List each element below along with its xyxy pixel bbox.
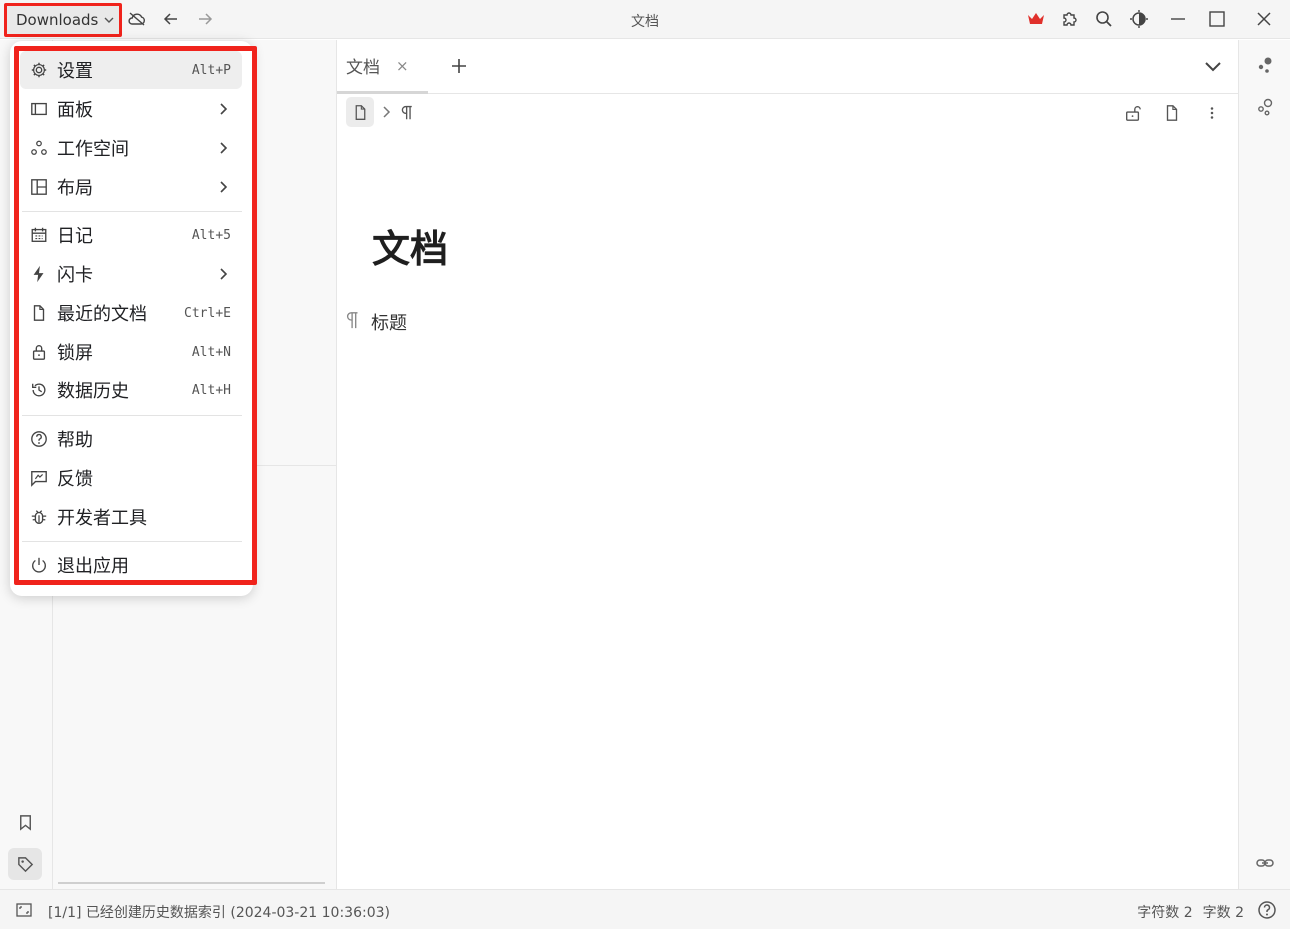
file-icon xyxy=(29,304,48,323)
menu-divider xyxy=(22,415,242,416)
document-title[interactable]: 文档 xyxy=(372,218,448,273)
file-icon[interactable] xyxy=(346,97,374,127)
breadcrumb xyxy=(346,97,418,127)
menu-item-label: 反馈 xyxy=(57,469,93,490)
menu-item-label: 锁屏 xyxy=(57,343,93,364)
char-count: 字符数 2 xyxy=(1137,905,1193,921)
link-icon[interactable] xyxy=(1254,852,1276,874)
menu-item-recent-docs[interactable]: 最近的文档 Ctrl+E xyxy=(20,294,242,332)
plus-icon[interactable] xyxy=(447,54,471,78)
chevron-right-icon xyxy=(220,268,228,280)
bug-icon xyxy=(29,508,48,527)
editor: 文档 × 文档 标题 xyxy=(337,40,1238,889)
menu-item-feedback[interactable]: 反馈 xyxy=(20,459,242,497)
menu-item-flashcard[interactable]: 闪卡 xyxy=(20,255,242,293)
fullscreen-icon[interactable] xyxy=(14,900,34,920)
layout-icon xyxy=(29,178,48,197)
tab-bar: 文档 × xyxy=(337,40,1238,94)
bookmark-icon[interactable] xyxy=(8,806,42,838)
tab-document[interactable]: 文档 × xyxy=(337,40,428,94)
chevron-right-icon xyxy=(220,181,228,193)
menu-item-shortcut: Alt+H xyxy=(191,382,231,398)
puzzle-icon[interactable] xyxy=(1059,8,1081,30)
graph-icon[interactable] xyxy=(1254,96,1276,118)
menu-item-label: 开发者工具 xyxy=(57,508,147,529)
menu-item-label: 工作空间 xyxy=(57,139,129,160)
search-icon[interactable] xyxy=(1093,8,1115,30)
menu-item-dailynote[interactable]: 日记 Alt+5 xyxy=(20,216,242,254)
status-bar: [1/1] 已经创建历史数据索引 (2024-03-21 10:36:03) 字… xyxy=(0,889,1290,929)
menu-divider xyxy=(22,541,242,542)
menu-item-label: 帮助 xyxy=(57,430,93,451)
outline-icon[interactable] xyxy=(1254,54,1276,76)
paragraph-icon[interactable] xyxy=(344,309,362,331)
menu-item-help[interactable]: 帮助 xyxy=(20,420,242,458)
power-icon xyxy=(29,556,48,575)
cloud-off-icon[interactable] xyxy=(126,8,148,30)
tag-icon[interactable] xyxy=(8,848,42,880)
crown-icon[interactable] xyxy=(1025,8,1047,30)
flash-icon xyxy=(29,265,48,284)
file-icon[interactable] xyxy=(1161,102,1183,124)
chevron-right-icon xyxy=(220,142,228,154)
more-icon[interactable] xyxy=(1201,102,1223,124)
menu-item-workspace[interactable]: 工作空间 xyxy=(20,129,242,167)
history-icon xyxy=(29,381,48,400)
panel-scrollbar[interactable] xyxy=(58,882,325,884)
tab-label: 文档 xyxy=(346,58,380,78)
status-message: [1/1] 已经创建历史数据索引 (2024-03-21 10:36:03) xyxy=(48,905,390,921)
feedback-icon xyxy=(29,469,48,488)
menu-item-shortcut: Alt+P xyxy=(191,62,231,78)
workspace-icon xyxy=(29,139,48,158)
chevron-right-icon xyxy=(220,103,228,115)
paragraph-block[interactable]: 标题 xyxy=(371,309,407,335)
menu-item-label: 数据历史 xyxy=(57,381,129,402)
menu-item-label: 面板 xyxy=(57,100,93,121)
menu-item-shortcut: Alt+N xyxy=(191,344,231,360)
workspace-label: Downloads xyxy=(16,11,99,29)
menu-item-panel[interactable]: 面板 xyxy=(20,90,242,128)
word-count: 字数 2 xyxy=(1202,905,1244,921)
chevron-down-icon xyxy=(104,17,114,23)
unlock-icon[interactable] xyxy=(1122,102,1144,124)
menu-item-label: 日记 xyxy=(57,226,93,247)
chevron-right-icon xyxy=(383,106,391,118)
menu-item-label: 设置 xyxy=(57,61,93,82)
document-stats: 字符数 2 字数 2 xyxy=(1137,902,1244,922)
theme-icon[interactable] xyxy=(1128,8,1150,30)
arrow-right-icon[interactable] xyxy=(194,8,216,30)
title-bar: Downloads 文档 xyxy=(0,0,1290,39)
menu-item-devtools[interactable]: 开发者工具 xyxy=(20,498,242,536)
menu-item-settings[interactable]: 设置 Alt+P xyxy=(20,51,242,89)
menu-item-shortcut: Ctrl+E xyxy=(184,305,231,321)
menu-item-label: 最近的文档 xyxy=(57,304,147,325)
help-icon[interactable] xyxy=(1257,900,1277,920)
menu-item-layout[interactable]: 布局 xyxy=(20,168,242,206)
menu-item-quit[interactable]: 退出应用 xyxy=(20,546,242,584)
close-icon[interactable] xyxy=(1253,8,1275,30)
menu-item-shortcut: Alt+5 xyxy=(191,227,231,243)
menu-item-label: 退出应用 xyxy=(57,556,129,577)
tab-close-icon[interactable]: × xyxy=(396,57,409,75)
gear-icon xyxy=(29,61,48,80)
paragraph-icon[interactable] xyxy=(396,97,418,127)
chevron-down-icon[interactable] xyxy=(1201,54,1225,78)
lock-icon xyxy=(29,343,48,362)
maximize-icon[interactable] xyxy=(1206,8,1228,30)
calendar-icon xyxy=(29,226,48,245)
help-icon xyxy=(29,430,48,449)
arrow-left-icon[interactable] xyxy=(160,8,182,30)
menu-item-lock-screen[interactable]: 锁屏 Alt+N xyxy=(20,333,242,371)
minimize-icon[interactable] xyxy=(1167,8,1189,30)
menu-item-data-history[interactable]: 数据历史 Alt+H xyxy=(20,371,242,409)
menu-item-label: 闪卡 xyxy=(57,265,93,286)
panel-icon xyxy=(29,100,48,119)
menu-divider xyxy=(22,211,242,212)
workspace-menu-button[interactable]: Downloads xyxy=(4,3,122,37)
menu-item-label: 布局 xyxy=(57,178,93,199)
right-dock xyxy=(1238,40,1290,889)
